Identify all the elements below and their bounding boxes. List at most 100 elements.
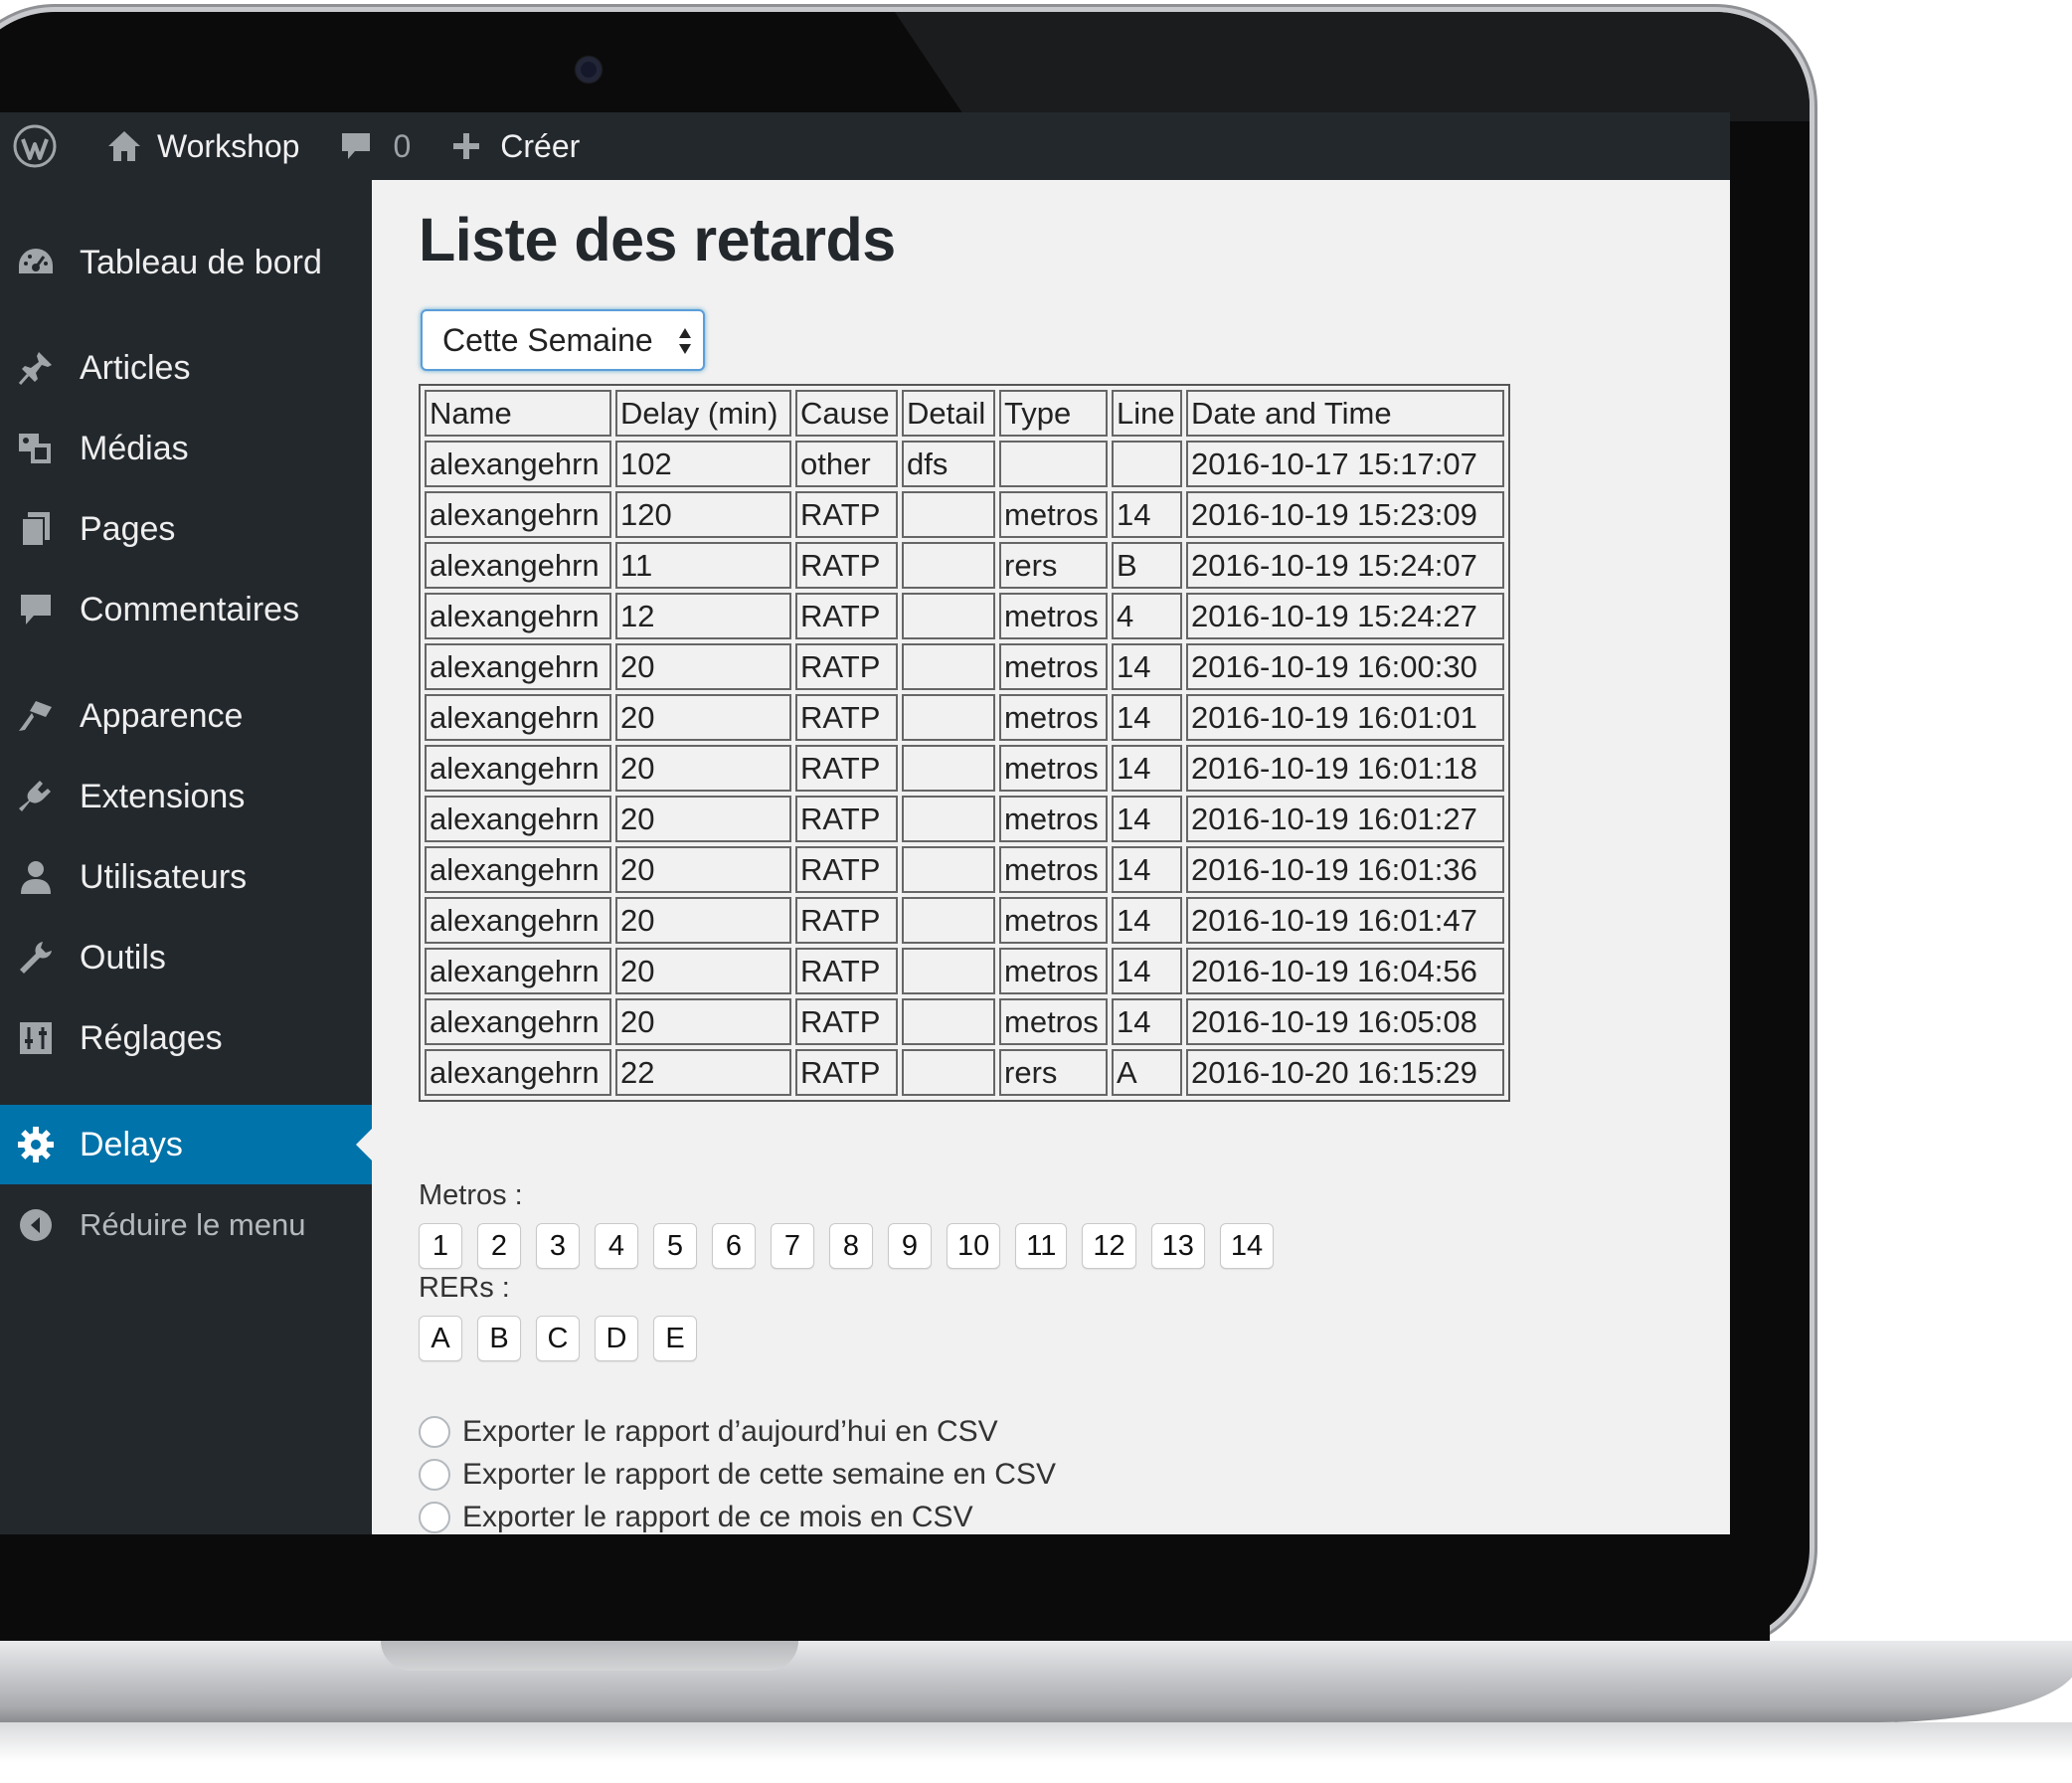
sidebar-item-extensions[interactable]: Extensions xyxy=(0,757,372,836)
site-name-link[interactable]: Workshop xyxy=(105,128,299,165)
table-cell: 20 xyxy=(615,796,791,842)
table-cell: 2016-10-19 16:01:36 xyxy=(1186,846,1504,893)
metro-buttons: 1 2 3 4 5 6 7 8 9 10 11 12 13 14 xyxy=(419,1223,1289,1269)
metro-line-button[interactable]: 5 xyxy=(653,1223,697,1269)
sidebar-item-label: Commentaires xyxy=(80,590,300,628)
sidebar-item-label: Delays xyxy=(80,1125,183,1163)
metro-line-button[interactable]: 3 xyxy=(536,1223,580,1269)
table-cell: alexangehrn xyxy=(425,948,611,994)
sidebar-item-label: Réglages xyxy=(80,1018,223,1057)
rer-line-button[interactable]: C xyxy=(536,1316,580,1361)
metro-line-button[interactable]: 9 xyxy=(888,1223,932,1269)
export-radio[interactable] xyxy=(419,1501,450,1533)
table-cell: 20 xyxy=(615,897,791,944)
wordpress-logo-icon[interactable] xyxy=(12,123,58,169)
metro-line-button[interactable]: 12 xyxy=(1082,1223,1136,1269)
rer-line-button[interactable]: B xyxy=(477,1316,521,1361)
sidebar-item-appearance[interactable]: Apparence xyxy=(0,676,372,756)
table-cell: 2016-10-19 16:00:30 xyxy=(1186,643,1504,690)
table-cell: alexangehrn xyxy=(425,593,611,639)
table-cell: RATP xyxy=(795,491,898,538)
sidebar-item-label: Utilisateurs xyxy=(80,857,248,896)
sidebar-item-tools[interactable]: Outils xyxy=(0,918,372,997)
rer-line-button[interactable]: A xyxy=(419,1316,462,1361)
export-option[interactable]: Exporter le rapport d’aujourd’hui en CSV xyxy=(419,1410,1056,1453)
table-cell: rers xyxy=(999,1049,1108,1096)
sidebar-item-pages[interactable]: Pages xyxy=(0,489,372,569)
user-icon xyxy=(16,857,56,897)
table-cell: alexangehrn xyxy=(425,643,611,690)
metros-label: Metros : xyxy=(419,1179,523,1211)
period-select[interactable]: Cette Semaine xyxy=(421,309,705,371)
metro-line-button[interactable]: 11 xyxy=(1015,1223,1068,1269)
sidebar-item-label: Articles xyxy=(80,348,191,387)
table-cell: 2016-10-19 16:01:27 xyxy=(1186,796,1504,842)
metro-line-button[interactable]: 2 xyxy=(477,1223,521,1269)
comment-count: 0 xyxy=(393,127,412,164)
metro-line-button[interactable]: 7 xyxy=(771,1223,814,1269)
pages-icon xyxy=(16,509,56,549)
table-cell: 14 xyxy=(1112,643,1182,690)
select-arrows-icon xyxy=(679,328,691,354)
column-header: Date and Time xyxy=(1186,390,1504,437)
webcam xyxy=(576,57,602,83)
table-cell: metros xyxy=(999,694,1108,741)
table-cell: 14 xyxy=(1112,694,1182,741)
table-cell: RATP xyxy=(795,643,898,690)
table-cell xyxy=(1112,441,1182,487)
new-content-link[interactable]: Créer xyxy=(450,128,580,165)
table-cell: 2016-10-19 16:01:01 xyxy=(1186,694,1504,741)
table-cell: RATP xyxy=(795,745,898,792)
plugin-icon xyxy=(16,777,56,816)
column-header: Detail xyxy=(902,390,995,437)
metro-line-button[interactable]: 6 xyxy=(712,1223,756,1269)
laptop-base-notch xyxy=(381,1641,798,1671)
table-row: alexangehrn 20 RATP metros 14 2016-10-19 16:0… xyxy=(425,745,1504,792)
sidebar-item-articles[interactable]: Articles xyxy=(0,328,372,408)
table-cell: RATP xyxy=(795,593,898,639)
table-cell: 14 xyxy=(1112,745,1182,792)
metro-line-button[interactable]: 8 xyxy=(829,1223,873,1269)
export-radio[interactable] xyxy=(419,1415,450,1448)
table-cell: 20 xyxy=(615,745,791,792)
export-option[interactable]: Exporter le rapport de cette semaine en … xyxy=(419,1453,1056,1496)
collapse-menu-button[interactable]: Réduire le menu xyxy=(0,1185,372,1265)
export-option[interactable]: Exporter le rapport de ce mois en CSV xyxy=(419,1496,1056,1534)
sidebar-item-settings[interactable]: Réglages xyxy=(0,998,372,1078)
sidebar-item-dashboard[interactable]: Tableau de bord xyxy=(0,223,372,302)
comments-link[interactable]: 0 xyxy=(339,128,411,165)
table-cell: 2016-10-19 15:24:07 xyxy=(1186,542,1504,589)
rer-line-button[interactable]: D xyxy=(595,1316,638,1361)
table-row: alexangehrn 20 RATP metros 14 2016-10-19 16:0… xyxy=(425,643,1504,690)
sidebar-item-comments[interactable]: Commentaires xyxy=(0,570,372,649)
export-label: Exporter le rapport de ce mois en CSV xyxy=(462,1500,973,1533)
table-cell: alexangehrn xyxy=(425,897,611,944)
table-cell xyxy=(902,593,995,639)
metro-line-button[interactable]: 10 xyxy=(947,1223,1001,1269)
metro-line-button[interactable]: 14 xyxy=(1219,1223,1275,1269)
table-cell xyxy=(902,1049,995,1096)
column-header: Cause xyxy=(795,390,898,437)
metro-line-button[interactable]: 13 xyxy=(1150,1223,1205,1269)
wrench-icon xyxy=(16,938,56,978)
delays-table: Name Delay (min) Cause Detail Type Line … xyxy=(419,384,1510,1102)
table-cell xyxy=(902,846,995,893)
table-cell: alexangehrn xyxy=(425,441,611,487)
table-cell: alexangehrn xyxy=(425,846,611,893)
table-cell: 120 xyxy=(615,491,791,538)
sidebar-item-label: Outils xyxy=(80,938,166,977)
export-radio[interactable] xyxy=(419,1458,450,1491)
sidebar-item-users[interactable]: Utilisateurs xyxy=(0,837,372,917)
sidebar-item-delays[interactable]: Delays xyxy=(0,1105,372,1184)
table-cell: 14 xyxy=(1112,998,1182,1045)
metro-line-button[interactable]: 1 xyxy=(419,1223,462,1269)
table-cell: alexangehrn xyxy=(425,998,611,1045)
rer-line-button[interactable]: E xyxy=(653,1316,697,1361)
column-header: Type xyxy=(999,390,1108,437)
table-cell: other xyxy=(795,441,898,487)
sidebar-item-media[interactable]: Médias xyxy=(0,409,372,488)
sidebar-item-label: Tableau de bord xyxy=(80,243,322,281)
column-header: Name xyxy=(425,390,611,437)
metro-line-button[interactable]: 4 xyxy=(595,1223,638,1269)
table-cell: metros xyxy=(999,745,1108,792)
